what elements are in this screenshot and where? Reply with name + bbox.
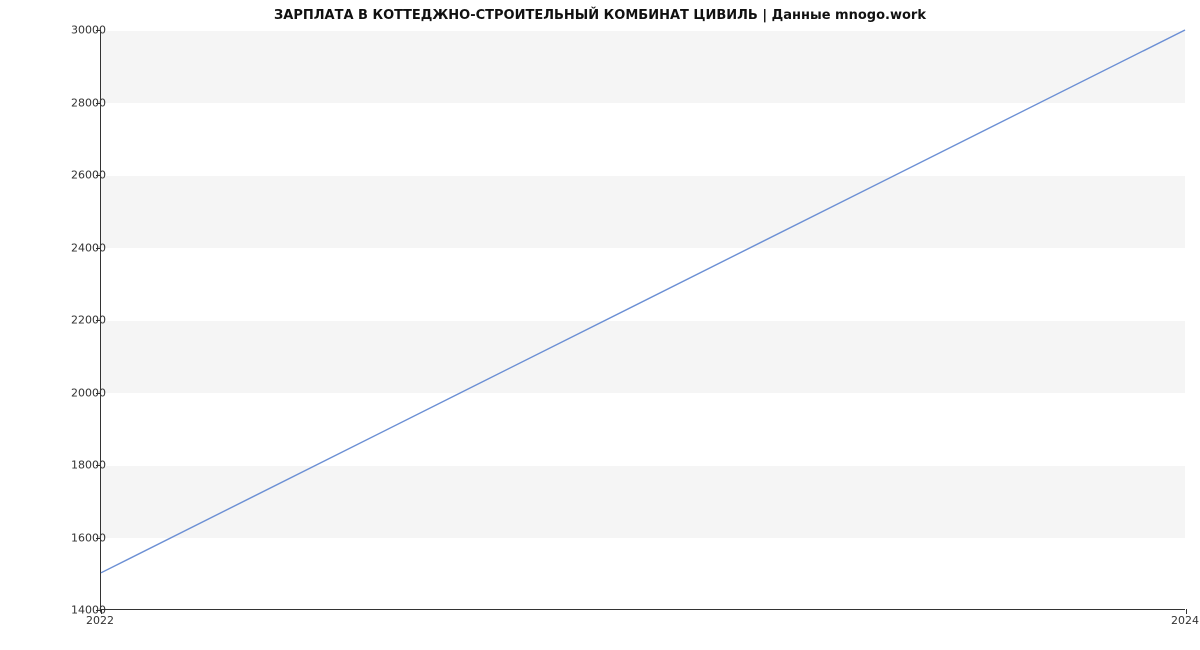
x-tick-label: 2022 (86, 614, 114, 627)
data-line (101, 30, 1185, 609)
chart-title: ЗАРПЛАТА В КОТТЕДЖНО-СТРОИТЕЛЬНЫЙ КОМБИН… (0, 8, 1200, 23)
plot-area (100, 30, 1185, 610)
gridline (101, 610, 1185, 611)
series-line (101, 30, 1185, 573)
y-tick-label: 24000 (46, 241, 106, 254)
y-tick-label: 22000 (46, 314, 106, 327)
y-tick-label: 18000 (46, 459, 106, 472)
chart-container: ЗАРПЛАТА В КОТТЕДЖНО-СТРОИТЕЛЬНЫЙ КОМБИН… (0, 0, 1200, 650)
y-tick-label: 20000 (46, 386, 106, 399)
y-tick-label: 28000 (46, 96, 106, 109)
y-tick-label: 26000 (46, 169, 106, 182)
y-tick-label: 30000 (46, 24, 106, 37)
x-tick-label: 2024 (1171, 614, 1199, 627)
y-tick-label: 16000 (46, 531, 106, 544)
